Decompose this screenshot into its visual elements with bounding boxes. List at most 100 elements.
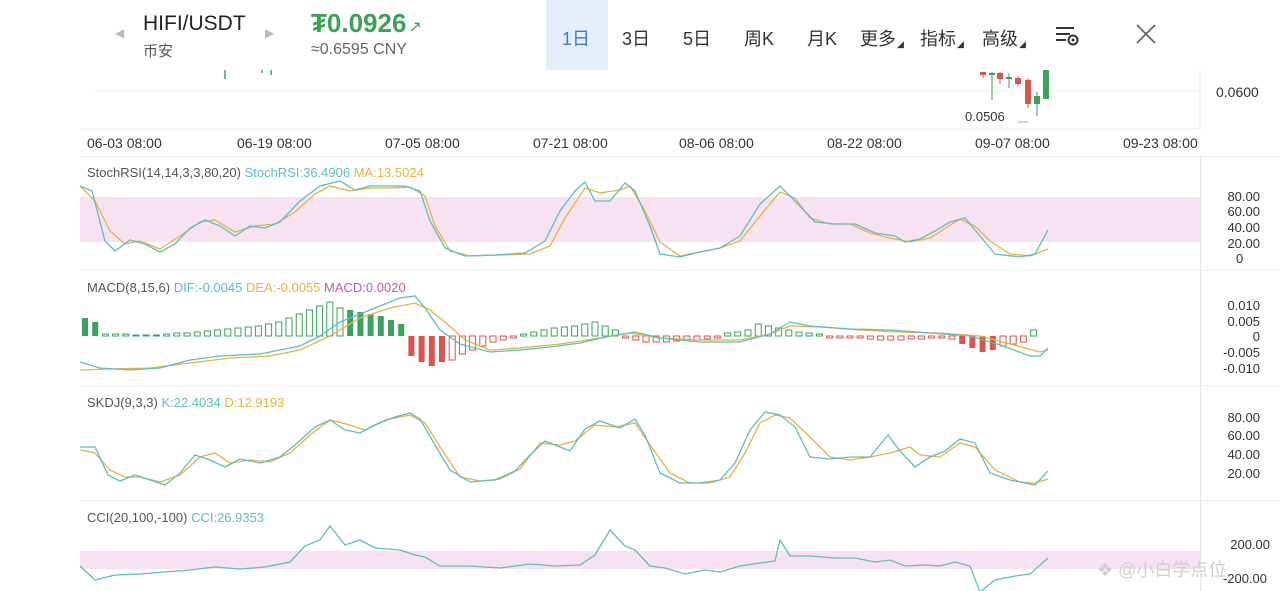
macd-bar (439, 336, 445, 362)
close-icon[interactable] (1134, 22, 1158, 46)
macd-bar (92, 322, 99, 336)
macd-bar (642, 335, 650, 343)
macd-bar (285, 317, 293, 337)
macd-bar (295, 313, 303, 337)
date-label: 09-07 08:00 (975, 135, 1050, 151)
caret-down-icon: ◢ (957, 39, 964, 49)
tab-advanced[interactable]: 高级◢ (982, 25, 1026, 51)
cci-chart[interactable] (0, 500, 1200, 591)
macd-bar (509, 335, 517, 339)
tab-more[interactable]: 更多◢ (860, 25, 904, 51)
low-price-label: 0.0506 (965, 109, 1005, 124)
pair-title: HIFI/USDT (143, 12, 246, 35)
tab-week[interactable]: 周K (744, 25, 774, 51)
macd-bar (805, 332, 813, 337)
skdj-chart[interactable] (0, 385, 1200, 500)
macd-bar (856, 335, 864, 339)
macd-bar (632, 335, 640, 341)
macd-bar (163, 333, 171, 337)
macd-bar (754, 323, 762, 337)
macd-bar (112, 333, 120, 337)
macd-axis-4: -0.005 (1223, 345, 1260, 360)
macd-bar (938, 335, 946, 339)
macd-bar (591, 321, 599, 337)
macd-bar (948, 335, 956, 340)
macd-bar (581, 323, 589, 337)
macd-bar (877, 335, 885, 341)
stochrsi-chart[interactable] (0, 156, 1200, 270)
header-bar: ◀ HIFI/USDT 币安 ▶ ₮0.0926 ↗ ≈0.6595 CNY 1日… (0, 0, 1280, 70)
macd-bar (959, 336, 966, 344)
stochrsi-axis-0: 0 (1236, 251, 1244, 266)
macd-bar (254, 325, 262, 337)
tab-advanced-label: 高级 (982, 29, 1018, 49)
price-axis-label: 0.0600 (1216, 84, 1259, 100)
stochrsi-axis-20: 20.00 (1227, 236, 1260, 251)
cci-band (80, 551, 1200, 569)
macd-bar (275, 321, 283, 337)
macd-bar (744, 329, 752, 337)
tab-3d[interactable]: 3日 (622, 25, 650, 51)
macd-histogram (82, 301, 1038, 366)
watermark: ❖ @小白学点位 (1097, 556, 1226, 582)
prev-pair-button[interactable]: ◀ (115, 26, 124, 40)
date-label: 07-05 08:00 (385, 135, 460, 151)
date-label: 09-23 08:00 (1123, 135, 1198, 151)
tab-more-label: 更多 (860, 29, 896, 49)
date-label: 06-03 08:00 (87, 135, 162, 151)
skdj-axis-20: 20.00 (1227, 466, 1260, 481)
macd-bar (979, 336, 986, 352)
tab-5d[interactable]: 5日 (683, 25, 711, 51)
macd-bar (1019, 335, 1027, 343)
skdj-axis-40: 40.00 (1227, 447, 1260, 462)
macd-bar (305, 309, 313, 337)
caret-down-icon: ◢ (1019, 39, 1026, 49)
macd-bar (601, 325, 609, 337)
price-chart[interactable] (0, 70, 1280, 130)
chart-settings-icon[interactable] (1056, 26, 1080, 46)
macd-bar (82, 318, 88, 336)
macd-bar (530, 331, 538, 337)
macd-bar (499, 335, 507, 341)
macd-bar (550, 327, 558, 337)
macd-bar (224, 328, 232, 337)
stochrsi-axis-40: 40.00 (1227, 220, 1260, 235)
macd-bar (193, 331, 201, 337)
macd-bar (734, 331, 742, 337)
macd-axis-3: 0 (1252, 329, 1260, 344)
macd-bar (428, 336, 435, 366)
macd-bar (489, 335, 497, 343)
macd-bar (203, 330, 211, 337)
next-pair-button[interactable]: ▶ (265, 26, 274, 40)
price-value: ₮0.0926 (311, 8, 407, 38)
macd-bar (152, 334, 160, 337)
macd-bar (907, 335, 915, 340)
macd-bar (622, 335, 630, 339)
macd-bar (398, 324, 405, 336)
macd-bar (479, 335, 487, 347)
watermark-text: @小白学点位 (1118, 560, 1227, 580)
date-label: 08-06 08:00 (679, 135, 754, 151)
macd-bar (367, 314, 374, 336)
stochrsi-axis-80: 80.00 (1227, 189, 1260, 204)
macd-bar (244, 326, 252, 337)
tab-1d[interactable]: 1日 (562, 25, 590, 51)
tab-month[interactable]: 月K (807, 25, 837, 51)
trend-up-icon: ↗ (408, 19, 422, 36)
macd-bar (142, 334, 150, 337)
macd-bar (571, 325, 579, 337)
macd-bar (815, 333, 823, 337)
macd-bar (724, 332, 732, 337)
cci-axis-200: 200.00 (1230, 537, 1270, 552)
exchange-name: 币安 (143, 43, 174, 60)
skdj-axis-80: 80.00 (1227, 410, 1260, 425)
macd-chart[interactable] (0, 270, 1200, 385)
tab-indicators[interactable]: 指标◢ (920, 25, 964, 51)
macd-bar (826, 335, 834, 339)
date-label: 06-19 08:00 (237, 135, 312, 151)
macd-axis-2: 0.005 (1227, 314, 1260, 329)
macd-bar (132, 334, 140, 337)
macd-axis-5: -0.010 (1223, 361, 1260, 376)
macd-bar (408, 336, 415, 356)
tab-indicators-label: 指标 (920, 29, 956, 49)
